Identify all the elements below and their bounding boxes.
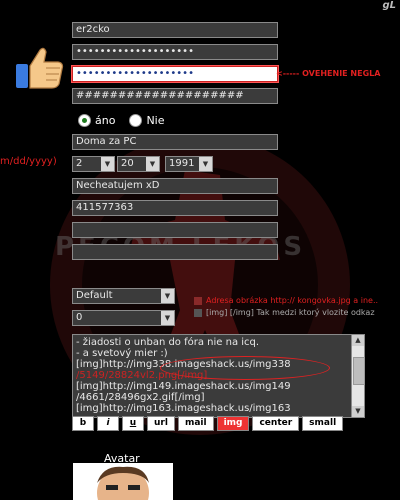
hash-field[interactable]: #################### [72, 88, 278, 104]
avatar [73, 463, 173, 500]
location-field[interactable]: Doma za PC [72, 134, 278, 150]
count-value: 0 [76, 312, 83, 323]
chevron-down-icon: ▼ [199, 157, 212, 171]
legend-img-tag-text: [img] [/img] Tak medzi ktorý vlozite odk… [206, 308, 375, 317]
thumbs-up-icon [16, 47, 64, 89]
bold-button[interactable]: b [72, 416, 94, 431]
textarea-line: [img]http://img149.imageshack.us/img149 [76, 381, 291, 392]
theme-select[interactable]: Default ▼ [72, 288, 175, 304]
username-field[interactable]: er2cko [72, 22, 278, 38]
gender-radio-group: áno Nie [78, 114, 165, 127]
bbcode-toolbar: b i u url mail img center small [72, 416, 344, 431]
status-field[interactable]: Necheatujem xD [72, 178, 278, 194]
radio-no-label: Nie [146, 114, 165, 127]
annotation-circle [160, 356, 330, 380]
underline-button[interactable]: u [122, 416, 144, 431]
textarea-line: /4661/28496gx2.gif[/img] [76, 392, 205, 403]
radio-no[interactable] [129, 114, 143, 127]
empty-field-1[interactable] [72, 222, 278, 238]
year-value: 1991 [169, 158, 195, 169]
textarea-line: - žiadosti o unban do fóra nie na icq. [76, 337, 260, 348]
small-button[interactable]: small [302, 416, 344, 431]
date-format-hint: m/dd/yyyy) [0, 156, 57, 167]
legend-image-url: Adresa obrázka http:// kongovka.jpg a in… [194, 296, 378, 305]
chevron-down-icon: ▼ [146, 157, 159, 171]
radio-yes[interactable] [78, 114, 91, 127]
password-confirm-field[interactable]: •••••••••••••••••••• [72, 66, 278, 82]
radio-yes-label: áno [95, 114, 116, 127]
legend-square [194, 308, 202, 317]
theme-value: Default [76, 290, 113, 301]
legend-image-url-text: Adresa obrázka http:// kongovka.jpg a in… [206, 296, 379, 305]
year-select[interactable]: 1991 ▼ [165, 156, 213, 172]
month-value: 2 [76, 158, 83, 169]
password-field[interactable]: •••••••••••••••••••• [72, 44, 278, 60]
legend-img-tag: [img] [/img] Tak medzi ktorý vlozite odk… [194, 308, 375, 317]
corner-logo: gL [382, 0, 396, 11]
img-button[interactable]: img [216, 416, 250, 431]
chevron-down-icon: ▼ [101, 157, 114, 171]
count-select[interactable]: 0 ▼ [72, 310, 175, 326]
month-select[interactable]: 2 ▼ [72, 156, 115, 172]
icq-field[interactable]: 411577363 [72, 200, 278, 216]
chevron-down-icon: ▼ [161, 311, 174, 325]
legend-square [194, 296, 202, 305]
day-select[interactable]: 20 ▼ [117, 156, 160, 172]
scroll-down-icon[interactable]: ▼ [352, 406, 364, 417]
url-button[interactable]: url [147, 416, 175, 431]
textarea-scrollbar[interactable]: ▲ ▼ [351, 334, 365, 418]
day-value: 20 [121, 158, 134, 169]
avatar-image [73, 463, 173, 500]
scroll-thumb[interactable] [353, 357, 365, 385]
chevron-down-icon: ▼ [161, 289, 174, 303]
center-button[interactable]: center [252, 416, 300, 431]
empty-field-2[interactable] [72, 244, 278, 260]
textarea-line: [img]http://img163.imageshack.us/img163 [76, 403, 291, 414]
password-mismatch-note: <----- OVEHENIE NEGLA [276, 69, 381, 78]
italic-button[interactable]: i [97, 416, 119, 431]
scroll-up-icon[interactable]: ▲ [352, 335, 364, 346]
mail-button[interactable]: mail [177, 416, 214, 431]
